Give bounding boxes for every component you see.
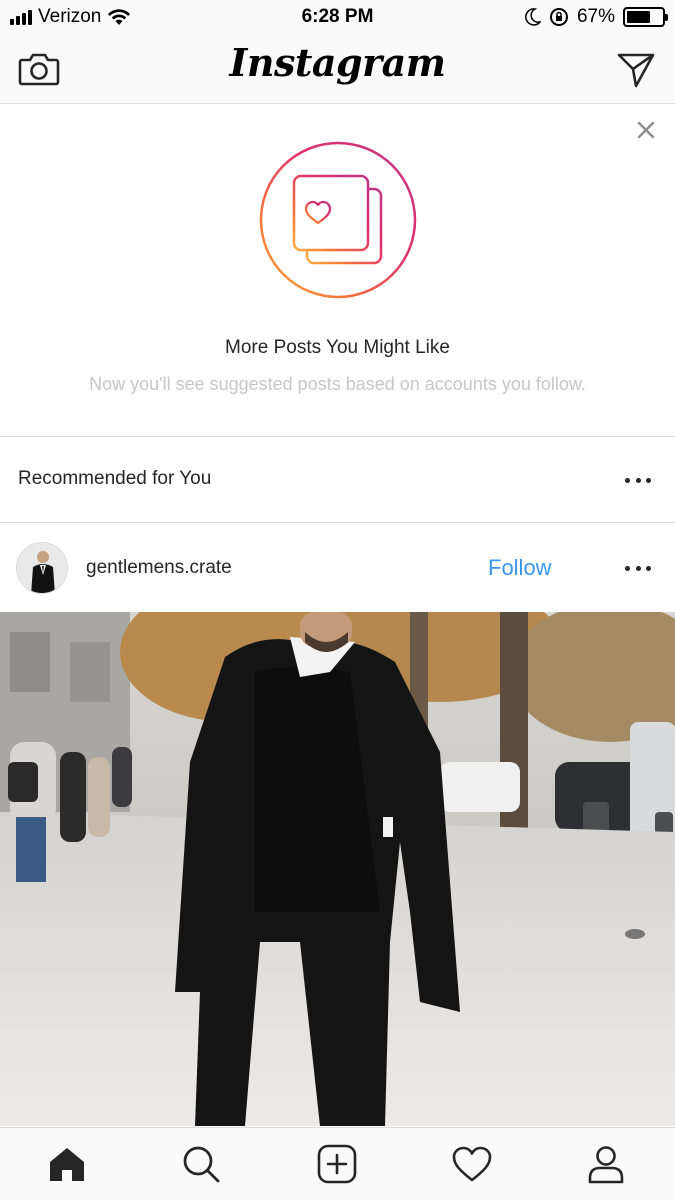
post-header: gentlemens.crate Follow [0,524,675,612]
rotation-lock-icon [549,8,568,26]
post-image[interactable] [0,612,675,1126]
bottom-tab-bar [0,1127,675,1200]
suggestion-subtitle: Now you'll see suggested posts based on … [89,374,586,394]
liked-posts-icon [259,141,417,299]
instagram-logo: Instagram [229,40,446,85]
close-icon[interactable] [635,119,657,141]
recommended-header: Recommended for You [0,437,675,523]
direct-message-icon[interactable] [615,49,657,89]
recommended-title: Recommended for You [18,468,212,489]
tab-activity[interactable] [450,1142,494,1186]
profile-icon [588,1146,624,1184]
post-more-options-icon[interactable] [625,564,651,572]
suggested-posts-card: More Posts You Might Like Now you'll see… [0,105,675,437]
follow-button[interactable]: Follow [488,555,552,581]
avatar-image [17,543,67,593]
tab-profile[interactable] [584,1142,628,1186]
moon-icon [525,8,541,26]
street-fashion-photo [0,612,675,1126]
post-username[interactable]: gentlemens.crate [86,557,232,579]
top-nav: Instagram [0,34,675,104]
activity-heart-icon [452,1146,492,1182]
battery-fill [627,11,650,23]
home-icon [50,1148,84,1181]
new-post-icon [317,1144,357,1184]
avatar[interactable] [16,542,68,594]
status-bar: Verizon 6:28 PM 67% [0,0,675,34]
battery-percent: 67% [576,6,615,27]
tab-home[interactable] [45,1142,89,1186]
more-options-icon[interactable] [625,476,651,484]
battery-icon [623,7,668,27]
search-icon [183,1146,220,1183]
tab-new-post[interactable] [315,1142,359,1186]
suggestion-title: More Posts You Might Like [225,337,450,358]
tab-search[interactable] [179,1142,223,1186]
status-right: 67% [525,6,668,28]
